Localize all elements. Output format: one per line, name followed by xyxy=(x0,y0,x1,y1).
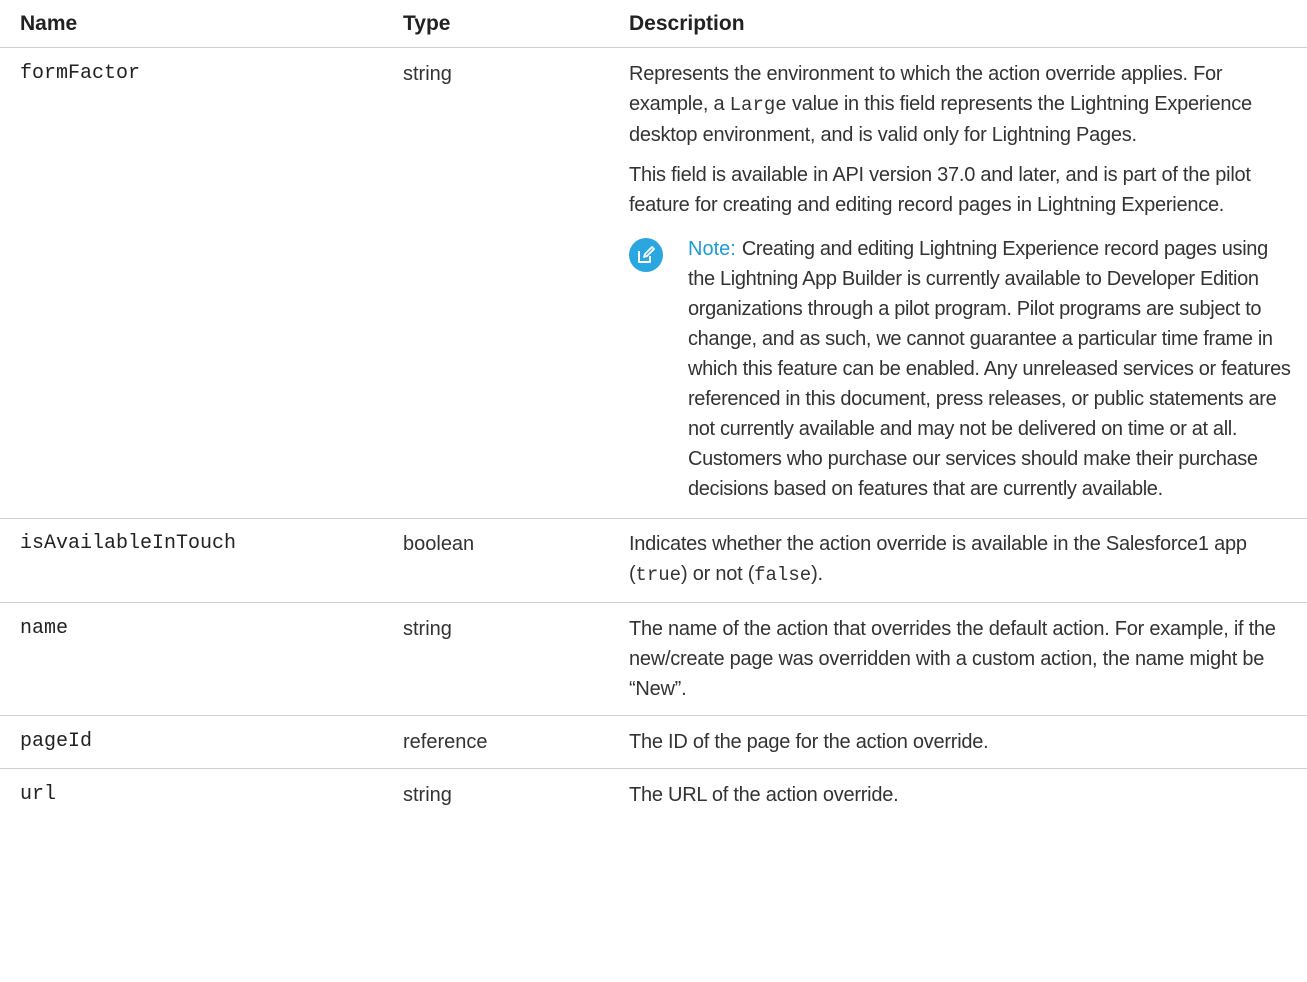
table-row: pageId reference The ID of the page for … xyxy=(0,715,1307,769)
field-description: The ID of the page for the action overri… xyxy=(629,715,1307,769)
note-callout: Note: Creating and editing Lightning Expe… xyxy=(629,234,1297,504)
field-name: isAvailableInTouch xyxy=(0,518,403,603)
table-header-row: Name Type Description xyxy=(0,0,1307,48)
description-paragraph: Represents the environment to which the … xyxy=(629,59,1297,150)
field-type: string xyxy=(403,602,629,716)
field-type: reference xyxy=(403,715,629,769)
field-description: Indicates whether the action override is… xyxy=(629,518,1307,603)
header-type: Type xyxy=(403,0,629,48)
note-text: Creating and editing Lightning Experienc… xyxy=(688,238,1291,500)
field-description: The URL of the action override. xyxy=(629,769,1307,822)
description-paragraph: Indicates whether the action override is… xyxy=(629,529,1297,590)
table-row: url string The URL of the action overrid… xyxy=(0,769,1307,822)
description-text: ) or not ( xyxy=(681,563,755,585)
field-type: string xyxy=(403,784,452,806)
field-reference-table: Name Type Description formFactor string … xyxy=(0,0,1307,821)
code-value-large: Large xyxy=(729,94,787,116)
field-description: Represents the environment to which the … xyxy=(629,47,1307,519)
note-label: Note: xyxy=(688,238,736,260)
field-name: pageId xyxy=(0,715,403,769)
code-value-false: false xyxy=(754,564,812,586)
table-row: name string The name of the action that … xyxy=(0,602,1307,716)
table-row: formFactor string Represents the environ… xyxy=(0,47,1307,519)
description-paragraph: The URL of the action override. xyxy=(629,784,899,806)
description-paragraph: The ID of the page for the action overri… xyxy=(629,731,989,753)
field-name: formFactor xyxy=(0,47,403,519)
field-type: boolean xyxy=(403,518,629,603)
field-name: url xyxy=(20,783,57,806)
description-paragraph: The name of the action that overrides th… xyxy=(629,618,1276,700)
field-description: The name of the action that overrides th… xyxy=(629,602,1307,716)
table-row: isAvailableInTouch boolean Indicates whe… xyxy=(0,518,1307,603)
edit-note-icon xyxy=(629,238,663,272)
field-type: string xyxy=(403,47,629,519)
header-description: Description xyxy=(629,0,1307,48)
description-text: ). xyxy=(811,563,823,585)
header-name: Name xyxy=(0,0,403,48)
description-paragraph: This field is available in API version 3… xyxy=(629,164,1251,216)
field-name: name xyxy=(0,602,403,716)
code-value-true: true xyxy=(635,564,682,586)
